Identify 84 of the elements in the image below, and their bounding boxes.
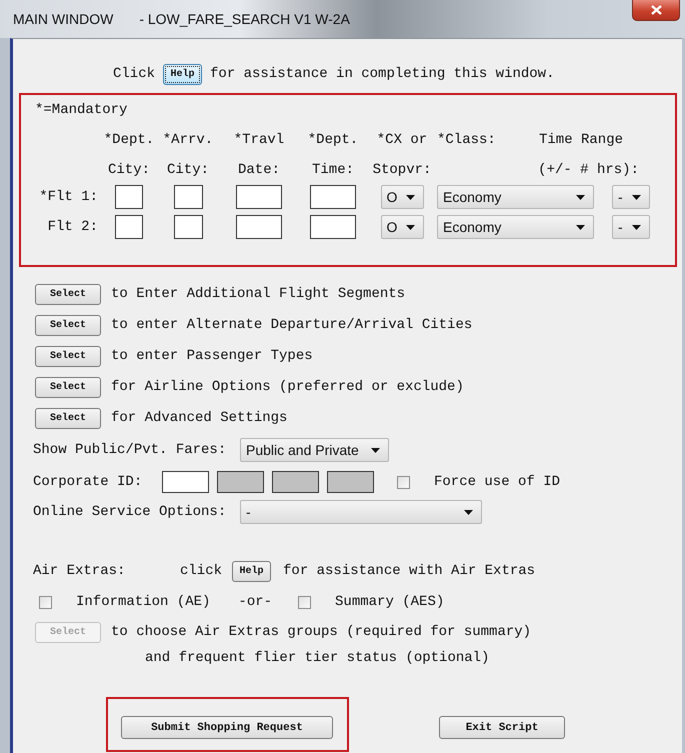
column-header: *CX or	[376, 132, 428, 150]
corporate-id-label: Corporate ID:	[33, 474, 144, 490]
select-description: for Airline Options (preferred or exclude)	[111, 379, 464, 395]
select-button[interactable]: Select	[35, 408, 101, 428]
column-header: *Dept.	[104, 132, 154, 150]
caret-icon	[632, 224, 641, 230]
text-field[interactable]	[174, 185, 202, 209]
window-subtitle: - LOW_FARE_SEARCH V1 W-2A	[139, 11, 350, 27]
checkbox[interactable]	[39, 596, 52, 608]
text-field[interactable]	[236, 215, 282, 239]
column-header: *Dept.	[308, 132, 358, 150]
window-title: MAIN WINDOW	[13, 11, 114, 27]
select-description: to Enter Additional Flight Segments	[111, 286, 406, 302]
select-button[interactable]: Select	[35, 284, 101, 304]
fares-dropdown[interactable]: Public and Private	[240, 438, 389, 462]
column-header: City:	[166, 162, 209, 180]
column-header: Date:	[238, 162, 280, 180]
select-description: to enter Alternate Departure/Arrival Cities	[111, 317, 472, 333]
select-button[interactable]: Select	[35, 314, 101, 336]
close-icon	[650, 5, 662, 15]
fares-label: Show Public/Pvt. Fares:	[33, 442, 228, 458]
help-prefix: Click	[113, 66, 156, 82]
checkbox[interactable]	[397, 476, 410, 488]
class-dropdown[interactable]: Economy	[437, 215, 594, 239]
air-extras-label: Air Extras:	[33, 563, 126, 579]
caret-icon	[576, 194, 585, 200]
click-text: click	[180, 563, 222, 579]
column-header: Stopvr:	[372, 162, 432, 180]
text-field[interactable]	[115, 185, 143, 209]
stopover-dropdown[interactable]: O	[380, 215, 424, 239]
column-header: *Arrv.	[162, 132, 214, 150]
caret-icon	[406, 194, 414, 200]
column-header: Time:	[312, 162, 354, 180]
dropdown-value: Economy	[443, 219, 502, 235]
caret-icon	[632, 194, 641, 200]
dropdown-value: O	[386, 219, 398, 235]
air-extras-note: and frequent flier tier status (optional)	[145, 650, 490, 666]
column-header: *Travl	[234, 132, 284, 150]
dropdown-value: -	[246, 504, 251, 520]
select-button[interactable]: Select	[35, 376, 101, 398]
text-field[interactable]	[310, 215, 356, 239]
caret-icon	[406, 224, 414, 230]
flight-label: Flt 2:	[48, 219, 98, 235]
select-description: to choose Air Extras groups (required for summary)	[111, 624, 532, 640]
time-range-dropdown[interactable]: -	[612, 215, 650, 239]
select-button[interactable]: Select	[35, 346, 101, 366]
select-description: for Advanced Settings	[111, 410, 288, 426]
online-service-dropdown[interactable]: -	[240, 500, 482, 524]
mandatory-note: *=Mandatory	[35, 102, 128, 118]
close-button[interactable]	[632, 0, 680, 21]
checkbox-label: Summary (AES)	[335, 594, 444, 610]
class-dropdown[interactable]: Economy	[437, 185, 594, 209]
column-header: *Class:	[437, 132, 496, 150]
text-field[interactable]	[115, 215, 143, 239]
checkbox-label: Force use of ID	[434, 474, 560, 490]
corporate-id-field[interactable]	[162, 471, 209, 493]
submit-button[interactable]: Submit Shopping Request	[121, 716, 333, 739]
checkbox-label: Information (AE)	[76, 594, 210, 610]
text-field[interactable]	[236, 185, 282, 209]
stopover-dropdown[interactable]: O	[380, 185, 424, 209]
caret-icon	[464, 510, 473, 514]
text-field[interactable]	[174, 215, 202, 239]
help-text: for assistance in completing this window.	[210, 66, 554, 82]
dropdown-value: -	[618, 189, 623, 205]
caret-icon	[576, 224, 585, 230]
flight-label: *Flt 1:	[39, 189, 98, 205]
help-button[interactable]: Help	[232, 560, 272, 582]
online-service-label: Online Service Options:	[33, 504, 228, 520]
time-range-dropdown[interactable]: -	[612, 185, 650, 209]
select-description: to enter Passenger Types	[111, 348, 313, 364]
exit-button[interactable]: Exit Script	[439, 716, 565, 739]
text-field[interactable]	[310, 185, 356, 209]
column-header: Time Range	[538, 132, 623, 150]
checkbox[interactable]	[298, 596, 312, 608]
dropdown-value: -	[618, 219, 623, 235]
column-header: (+/- # hrs):	[538, 162, 639, 180]
air-extras-help-text: for assistance with Air Extras	[283, 563, 536, 579]
dropdown-value: Public and Private	[246, 442, 359, 458]
help-button[interactable]: Help	[163, 64, 202, 84]
column-header: City:	[108, 162, 150, 180]
dropdown-value: O	[386, 189, 398, 205]
or-separator: -or-	[238, 594, 272, 610]
caret-icon	[371, 448, 380, 452]
dropdown-value: Economy	[443, 189, 502, 205]
